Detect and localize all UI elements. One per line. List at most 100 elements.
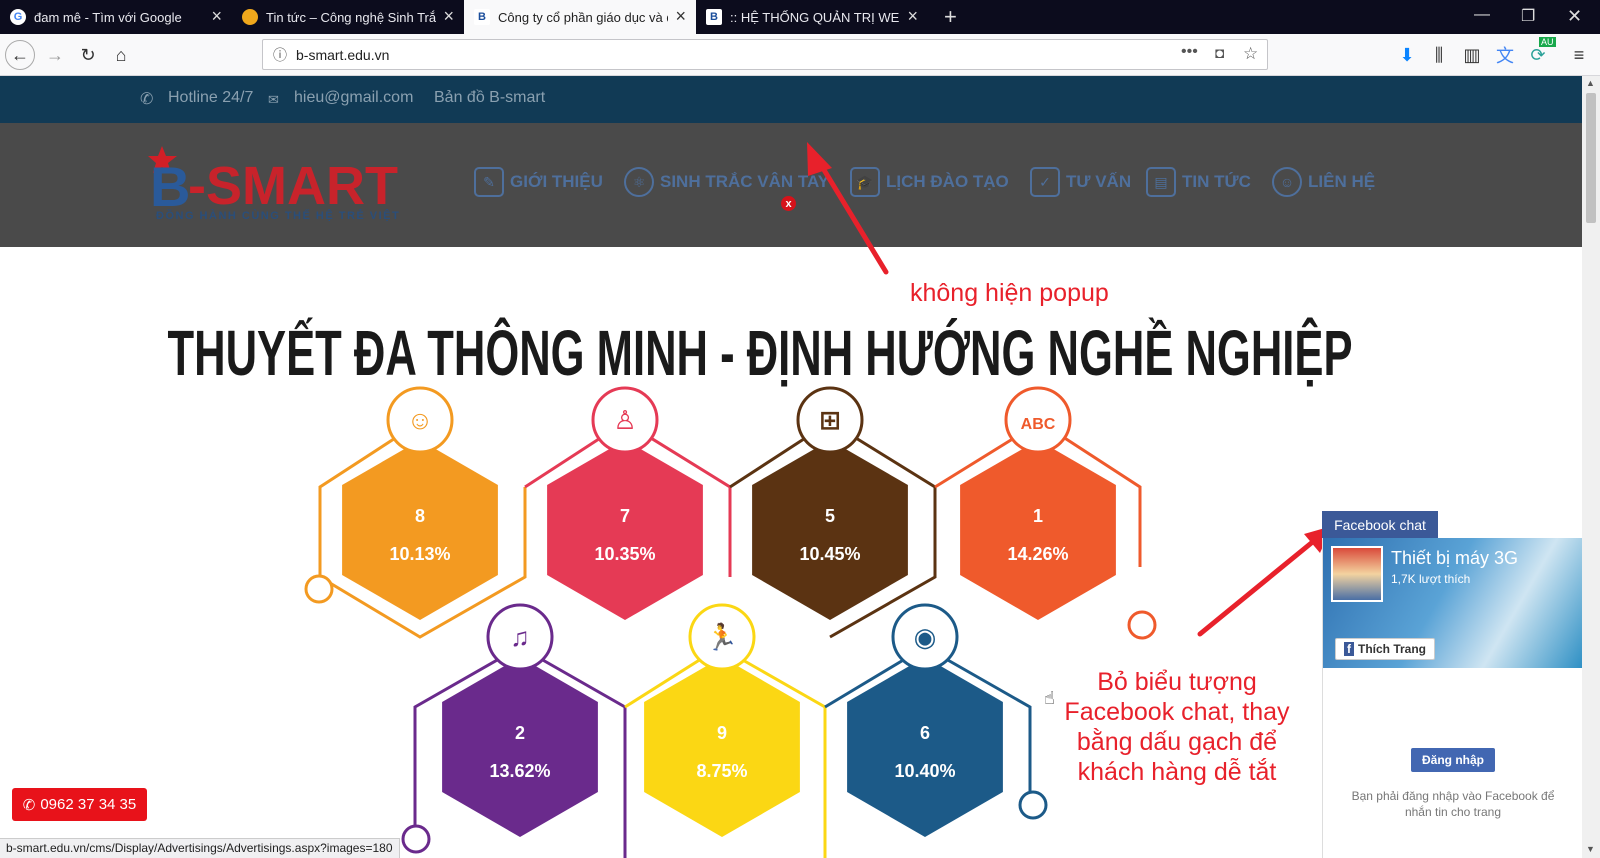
popup-close-button[interactable]: x	[781, 196, 796, 211]
close-icon[interactable]: ×	[907, 7, 918, 25]
tab-bsmart[interactable]: B Công ty cổ phần giáo dục và đào tạo B-…	[464, 0, 696, 34]
hexagon-percent: 8.75%	[696, 761, 747, 781]
hexagon-percent: 10.13%	[389, 544, 450, 564]
close-icon[interactable]: ×	[675, 7, 686, 25]
scroll-down-icon[interactable]: ▼	[1586, 844, 1595, 854]
hexagon	[752, 440, 908, 620]
page-name[interactable]: Thiết bị máy 3G	[1391, 548, 1518, 569]
email-link[interactable]: hieu@gmail.com	[294, 89, 413, 107]
address-bar[interactable]: ⓘ b-smart.edu.vn ••• ◘ ☆	[262, 39, 1268, 70]
hexagon-number: 6	[920, 723, 930, 743]
new-tab-button[interactable]: +	[944, 4, 957, 30]
scroll-up-icon[interactable]: ▲	[1586, 78, 1595, 88]
status-bar: b-smart.edu.vn/cms/Display/Advertisings/…	[0, 838, 400, 858]
tab-title: đam mê - Tìm với Google	[34, 9, 182, 25]
tab-google-search[interactable]: G đam mê - Tìm với Google ×	[0, 0, 232, 34]
group-icon: ♙	[613, 405, 636, 435]
tab-news[interactable]: Tin tức – Công nghệ Sinh Trắc Dấu Vân Ta…	[232, 0, 464, 34]
bsmart-favicon: B	[706, 9, 722, 25]
library-icon[interactable]: ⫼	[1424, 40, 1454, 70]
svg-text:-SMART: -SMART	[188, 156, 398, 216]
map-link[interactable]: Bản đồ B-smart	[434, 89, 545, 107]
tab-bar: G đam mê - Tìm với Google × Tin tức – Cô…	[0, 0, 1600, 34]
forward-button[interactable]: →	[40, 40, 70, 70]
hexagon-number: 1	[1033, 506, 1043, 526]
close-icon[interactable]: ×	[211, 7, 222, 25]
phone-icon: ✆	[22, 796, 36, 814]
facebook-chat-button[interactable]: Facebook chat	[1322, 511, 1438, 538]
hexagon-group: ☺ 8 10.13% ♙ 7 10.35% ⊞ 5 10.45% ABC 1 14.26% ♫ 2 13.6…	[342, 386, 1116, 837]
download-icon[interactable]: ⬇	[1392, 40, 1422, 70]
tab-title: Tin tức – Công nghệ Sinh Trắc Dấu Vân Ta…	[266, 9, 436, 25]
annotation-line: bằng dấu gạch để	[1076, 728, 1278, 756]
reload-button[interactable]: ↻	[73, 40, 103, 70]
tab-admin[interactable]: B :: HỆ THỐNG QUẢN TRỊ WEBSITE :: ×	[696, 0, 928, 34]
tab-title: Công ty cổ phần giáo dục và đào tạo B-Sm…	[498, 9, 668, 25]
menu-label: LỊCH ĐÀO TẠO	[886, 172, 1009, 191]
window-close-button[interactable]: ✕	[1567, 6, 1582, 27]
hotline-link[interactable]: Hotline 24/7	[168, 89, 253, 107]
url-text: b-smart.edu.vn	[296, 47, 390, 63]
menu-tu-van[interactable]: ✓ TƯ VẤN	[1030, 166, 1131, 198]
annotation-line: Facebook chat, thay	[1064, 698, 1290, 726]
hotline-button[interactable]: ✆ 0962 37 34 35	[12, 788, 147, 821]
hexagon	[442, 657, 598, 837]
info-icon[interactable]: ⓘ	[273, 45, 287, 65]
hexagon-number: 8	[415, 506, 425, 526]
atom-icon: ⚛	[624, 167, 654, 197]
menu-label: TƯ VẤN	[1066, 172, 1132, 191]
facebook-login-button[interactable]: Đăng nhập	[1411, 748, 1495, 772]
hexagon	[644, 657, 800, 837]
translate-icon[interactable]: 文	[1490, 40, 1520, 70]
svg-text:B: B	[150, 155, 190, 218]
site-header: B -SMART ĐỒNG HÀNH CÙNG THẾ HỆ TRẺ VIỆT …	[0, 123, 1582, 247]
page-actions-icon[interactable]: •••	[1181, 43, 1198, 61]
facebook-page-cover[interactable]: Thiết bị máy 3G 1,7K lượt thích f Thích T…	[1323, 538, 1583, 668]
menu-gioi-thieu[interactable]: ✎ GIỚI THIỆU	[474, 166, 603, 198]
menu-lien-he[interactable]: ☺ LIÊN HỆ	[1272, 166, 1375, 198]
page-likes: 1,7K lượt thích	[1391, 572, 1471, 586]
abc-icon: ABC	[1021, 416, 1056, 433]
hexagon	[960, 440, 1116, 620]
bookmark-star-icon[interactable]: ☆	[1243, 44, 1258, 64]
back-button[interactable]: ←	[5, 40, 35, 70]
menu-label: SINH TRẮC VÂN TAY	[660, 172, 830, 191]
like-label: Thích Trang	[1358, 642, 1427, 656]
minimize-button[interactable]: —	[1474, 6, 1490, 24]
page-scrollbar[interactable]: ▲ ▼	[1582, 76, 1600, 858]
support-icon: ☺	[1272, 167, 1302, 197]
menu-label: LIÊN HỆ	[1308, 172, 1376, 191]
google-icon: G	[10, 9, 26, 25]
runner-icon: 🏃	[706, 622, 738, 652]
graduation-icon: 🎓	[850, 167, 880, 197]
piano-icon: ♫	[510, 622, 530, 652]
pocket-icon[interactable]: ◘	[1215, 45, 1224, 62]
facebook-icon: f	[1344, 642, 1354, 656]
annotation-line: Bỏ biểu tượng	[1097, 668, 1257, 696]
like-page-button[interactable]: f Thích Trang	[1335, 638, 1436, 660]
menu-sinh-trac[interactable]: ⚛ SINH TRẮC VÂN TAY	[624, 166, 829, 198]
menu-icon[interactable]: ≡	[1564, 40, 1594, 70]
menu-label: TIN TỨC	[1182, 172, 1251, 191]
menu-tin-tuc[interactable]: ▤ TIN TỨC	[1146, 166, 1251, 198]
hexagon-percent: 10.45%	[799, 544, 860, 564]
bsmart-favicon: B	[474, 9, 490, 25]
hexagon-percent: 10.35%	[594, 544, 655, 564]
annotation-fb-note: Bỏ biểu tượng Facebook chat, thay bằng d…	[1052, 667, 1302, 787]
home-button[interactable]: ⌂	[106, 40, 136, 70]
site-topbar: ✆ Hotline 24/7 ✉ hieu@gmail.com Bản đồ B…	[0, 76, 1582, 123]
menu-lich-dao-tao[interactable]: 🎓 LỊCH ĐÀO TẠO	[850, 166, 1009, 198]
people-icon: ☺	[407, 405, 434, 435]
news-icon: ▤	[1146, 167, 1176, 197]
sync-icon[interactable]: ⟳ AU	[1523, 37, 1556, 70]
hexagon	[342, 440, 498, 620]
navigation-bar: ← → ↻ ⌂ ⓘ b-smart.edu.vn ••• ◘ ☆ ⬇ ⫼ ▥ 文…	[0, 34, 1600, 76]
scroll-thumb[interactable]	[1586, 93, 1596, 223]
sidebar-icon[interactable]: ▥	[1457, 40, 1487, 70]
restore-button[interactable]: ❐	[1521, 6, 1535, 26]
page-avatar[interactable]	[1331, 546, 1383, 602]
avatar-image	[1333, 548, 1381, 600]
site-logo[interactable]: B -SMART ĐỒNG HÀNH CÙNG THẾ HỆ TRẺ VIỆT	[148, 140, 428, 230]
close-icon[interactable]: ×	[443, 7, 454, 25]
eye-icon: ◉	[914, 622, 937, 652]
